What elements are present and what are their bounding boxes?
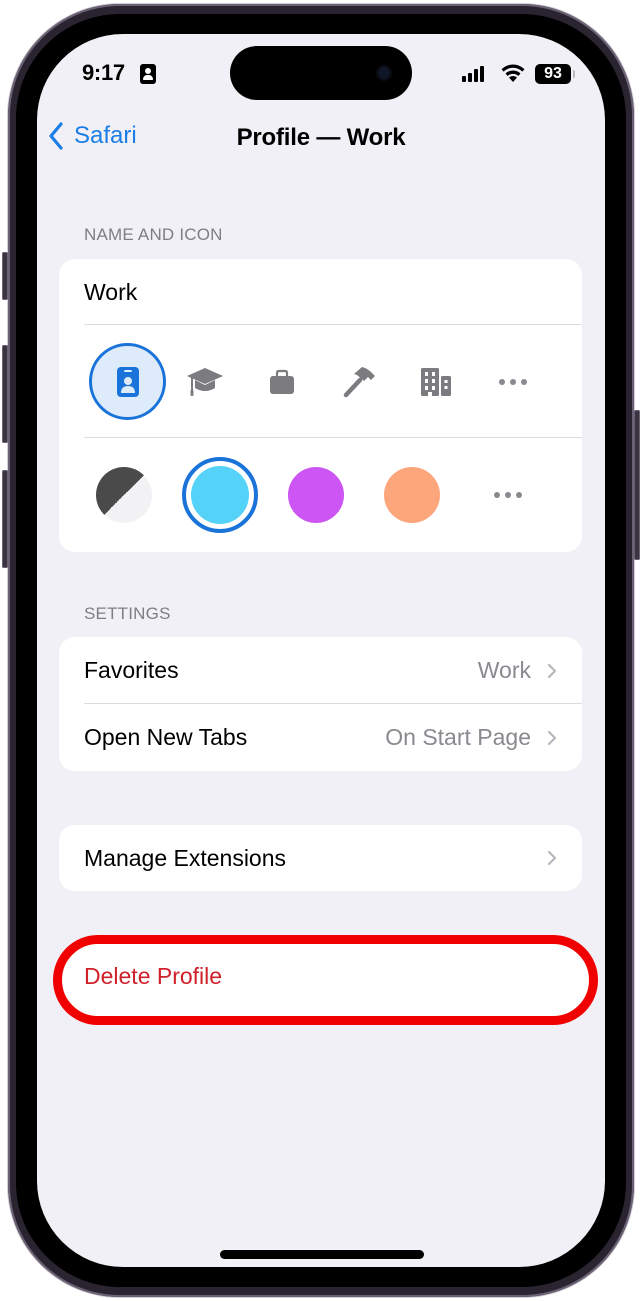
- camera-icon: [378, 67, 390, 79]
- action-button: [2, 252, 8, 300]
- section-header-settings: SETTINGS: [84, 604, 171, 623]
- icon-picker: [59, 325, 582, 438]
- chevron-right-icon: [547, 850, 557, 866]
- briefcase-icon: [269, 369, 294, 394]
- focus-person-icon: [140, 64, 156, 84]
- favorites-value: Work: [477, 657, 531, 683]
- delete-profile-button[interactable]: Delete Profile: [84, 963, 222, 990]
- chevron-right-icon: [547, 663, 557, 678]
- battery-indicator: 93: [535, 64, 571, 84]
- color-option-gray[interactable]: [76, 466, 172, 523]
- more-colors-button[interactable]: [460, 491, 556, 498]
- color-picker: [59, 438, 582, 551]
- color-option-purple[interactable]: [268, 466, 364, 523]
- selected-ring: [182, 456, 258, 533]
- manage-extensions-label: Manage Extensions: [84, 844, 287, 871]
- color-swatch-orange: [384, 466, 440, 523]
- volume-down-button: [2, 470, 8, 568]
- profile-name-value: Work: [84, 278, 138, 305]
- home-indicator[interactable]: [220, 1250, 424, 1259]
- extensions-card: Manage Extensions: [59, 825, 582, 891]
- battery-tip: [573, 70, 575, 78]
- hammer-icon: [343, 366, 375, 397]
- ellipsis-icon: [498, 378, 527, 385]
- color-swatch-cyan: [191, 465, 249, 524]
- section-header-name-and-icon: NAME AND ICON: [84, 225, 223, 244]
- profile-name-field[interactable]: Work: [59, 259, 582, 325]
- color-option-orange[interactable]: [364, 466, 460, 523]
- favorites-label: Favorites: [84, 657, 179, 683]
- page-title: Profile — Work: [236, 124, 406, 151]
- status-time: 9:17: [82, 60, 125, 85]
- power-button: [634, 410, 640, 560]
- volume-up-button: [2, 345, 8, 443]
- settings-card: Favorites Work Open New Tabs On Start Pa…: [59, 637, 582, 771]
- person-badge-icon: [116, 366, 139, 397]
- icon-option-person-badge[interactable]: [89, 343, 166, 420]
- color-option-cyan[interactable]: [172, 456, 268, 533]
- open-new-tabs-row[interactable]: Open New Tabs On Start Page: [59, 704, 582, 771]
- name-and-icon-card: Work: [59, 259, 582, 552]
- color-swatch-gray: [96, 466, 152, 523]
- favorites-row[interactable]: Favorites Work: [59, 637, 582, 704]
- graduation-cap-icon: [186, 367, 223, 396]
- wifi-icon: [501, 64, 525, 82]
- ellipsis-icon: [494, 491, 522, 498]
- dynamic-island: [230, 46, 412, 100]
- icon-option-building[interactable]: [397, 367, 474, 397]
- cellular-signal-icon: [462, 66, 484, 82]
- icon-option-hammer[interactable]: [320, 366, 397, 398]
- icon-option-briefcase[interactable]: [243, 369, 320, 395]
- color-swatch-purple: [288, 466, 344, 523]
- open-new-tabs-label: Open New Tabs: [84, 724, 248, 750]
- building-icon: [420, 367, 451, 396]
- open-new-tabs-value: On Start Page: [385, 724, 531, 750]
- screen: 9:17 93 Safari Profile — Work NAME AND I…: [37, 34, 605, 1267]
- manage-extensions-row[interactable]: Manage Extensions: [59, 825, 582, 891]
- icon-option-graduation-cap[interactable]: [166, 366, 243, 398]
- chevron-right-icon: [547, 730, 557, 745]
- more-icons-button[interactable]: [474, 378, 551, 385]
